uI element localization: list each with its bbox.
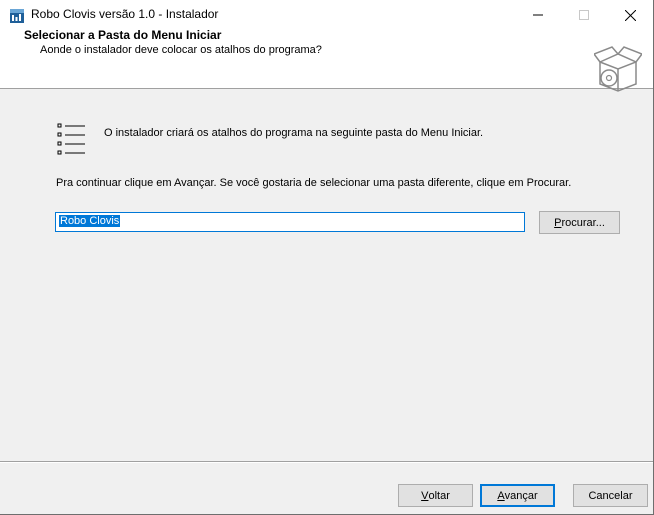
- back-label: oltar: [428, 489, 450, 502]
- folder-input-value: Robo Clovis: [59, 215, 121, 227]
- start-menu-folder-input[interactable]: Robo Clovis: [55, 212, 525, 232]
- installer-window: Robo Clovis versão 1.0 - Instalador Sele…: [0, 0, 654, 515]
- installer-app-icon: [9, 8, 25, 24]
- next-label: vançar: [504, 489, 538, 502]
- next-button[interactable]: Avançar: [480, 484, 555, 507]
- maximize-button[interactable]: [561, 0, 607, 30]
- close-icon: [624, 9, 636, 21]
- software-box-cd-icon: [592, 44, 644, 92]
- page-title: Selecionar a Pasta do Menu Iniciar: [24, 28, 222, 42]
- browse-accelerator: P: [554, 216, 562, 229]
- back-accelerator: V: [421, 489, 429, 502]
- cancel-button[interactable]: Cancelar: [573, 484, 648, 507]
- info-text: O instalador criará os atalhos do progra…: [104, 127, 484, 139]
- window-title: Robo Clovis versão 1.0 - Instalador: [31, 7, 219, 21]
- footer-divider-highlight: [0, 462, 653, 463]
- close-button[interactable]: [607, 0, 653, 30]
- page-subtitle: Aonde o instalador deve colocar os atalh…: [40, 44, 322, 56]
- browse-button[interactable]: Procurar...: [539, 211, 620, 234]
- back-button[interactable]: Voltar: [398, 484, 473, 507]
- browse-label: rocurar...: [561, 216, 605, 229]
- title-bar: Robo Clovis versão 1.0 - Instalador: [0, 0, 653, 30]
- instruction-text: Pra continuar clique em Avançar. Se você…: [56, 177, 572, 189]
- maximize-icon: [579, 10, 589, 20]
- minimize-button[interactable]: [515, 0, 561, 30]
- next-accelerator: A: [497, 489, 505, 502]
- cancel-label: Cancelar: [588, 489, 633, 502]
- start-menu-list-icon: [57, 122, 87, 156]
- minimize-icon: [533, 14, 543, 16]
